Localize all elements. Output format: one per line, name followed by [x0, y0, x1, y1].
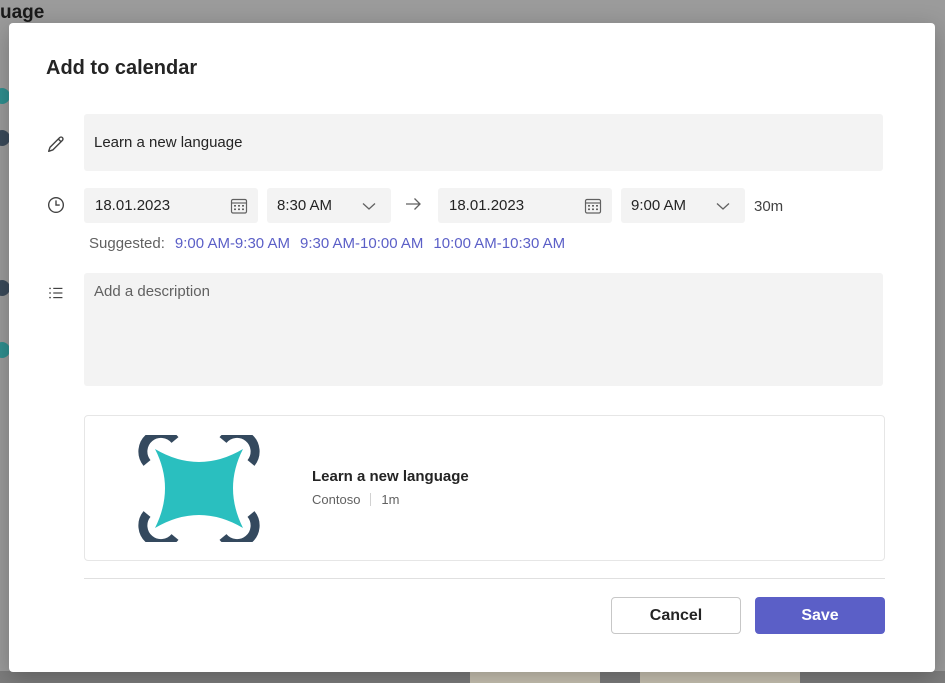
meta-separator: [370, 493, 372, 506]
dialog-title: Add to calendar: [46, 57, 198, 79]
event-title-input[interactable]: Learn a new language: [84, 114, 883, 171]
card-title: Learn a new language: [312, 468, 469, 485]
duration-label: 30m: [754, 198, 784, 215]
clock-icon: [47, 196, 65, 214]
description-input[interactable]: Add a description: [84, 273, 883, 386]
end-time-value: 9:00 AM: [631, 197, 687, 214]
chevron-down-icon: [716, 202, 730, 210]
arrow-right-icon: [406, 198, 421, 210]
app-logo: [138, 435, 260, 542]
suggested-time-link[interactable]: 9:30 AM-10:00 AM: [300, 235, 423, 252]
card-provider: Contoso: [312, 492, 361, 507]
card-duration: 1m: [381, 492, 400, 507]
calendar-icon: [230, 198, 248, 214]
list-icon: [49, 287, 63, 299]
footer-divider: [84, 578, 885, 579]
start-date-picker[interactable]: 18.01.2023: [84, 188, 258, 223]
background-page-title: uage: [0, 2, 45, 23]
suggested-label: Suggested:: [89, 235, 165, 252]
background-panel: [470, 671, 600, 683]
chevron-down-icon: [362, 202, 376, 210]
start-time-select[interactable]: 8:30 AM: [267, 188, 391, 223]
suggested-time-link[interactable]: 10:00 AM-10:30 AM: [433, 235, 565, 252]
add-to-calendar-dialog: Add to calendar Learn a new language 18.…: [9, 23, 935, 672]
pencil-icon: [47, 136, 64, 153]
cancel-button[interactable]: Cancel: [611, 597, 741, 634]
suggested-time-link[interactable]: 9:00 AM-9:30 AM: [175, 235, 290, 252]
card-meta: Contoso 1m: [312, 492, 399, 507]
end-date-value: 18.01.2023: [449, 197, 525, 214]
background-bottom-bar: [0, 671, 945, 683]
background-panel: [640, 671, 800, 683]
app-card: Learn a new language Contoso 1m: [84, 415, 885, 561]
calendar-icon: [584, 198, 602, 214]
start-date-value: 18.01.2023: [95, 197, 171, 214]
start-time-value: 8:30 AM: [277, 197, 333, 214]
save-button[interactable]: Save: [755, 597, 885, 634]
end-time-select[interactable]: 9:00 AM: [621, 188, 745, 223]
end-date-picker[interactable]: 18.01.2023: [438, 188, 612, 223]
suggested-times: Suggested: 9:00 AM-9:30 AM 9:30 AM-10:00…: [89, 235, 565, 252]
